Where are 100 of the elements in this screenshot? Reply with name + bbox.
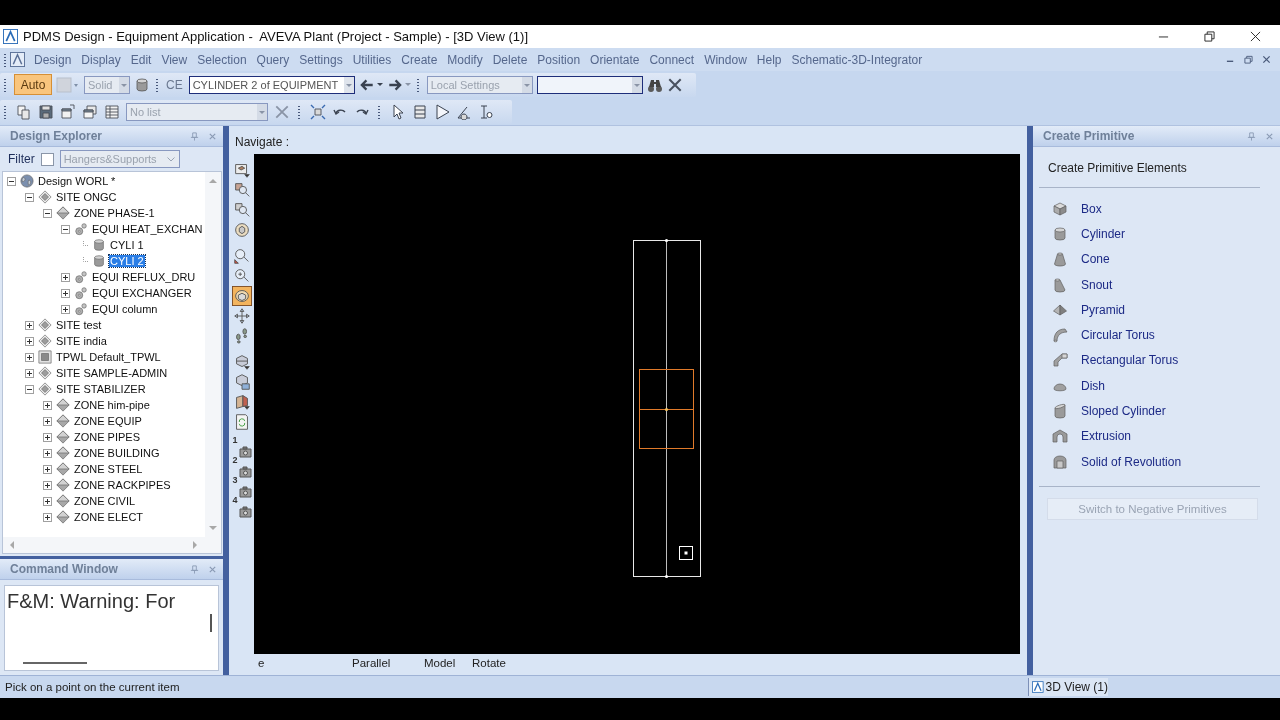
menu-item[interactable]: Design [29, 52, 77, 67]
menu-item[interactable]: Connect [644, 52, 700, 67]
expand-toggle-icon[interactable] [61, 304, 70, 314]
primitive-link[interactable]: Pyramid [1081, 302, 1125, 317]
menu-item[interactable]: Selection [192, 52, 252, 67]
tree-item[interactable]: SITE test [55, 319, 103, 331]
menu-item[interactable]: Modify [442, 52, 488, 67]
new-window-icon[interactable] [60, 103, 76, 120]
restore-icon[interactable] [1204, 31, 1215, 42]
collapse-toggle-icon[interactable] [25, 384, 34, 394]
view-tab[interactable]: 3D View (1) [1028, 678, 1108, 696]
sloped-cylinder-shape-icon[interactable] [1052, 403, 1068, 419]
tree-item[interactable]: CYLI 1 [109, 239, 145, 251]
scrollbar-thumb[interactable] [23, 662, 87, 664]
revolution-shape-icon[interactable] [1052, 453, 1068, 470]
close-icon[interactable] [666, 76, 683, 93]
extrusion-shape-icon[interactable] [1052, 428, 1068, 445]
restore-icon[interactable] [1244, 55, 1253, 64]
menu-item[interactable]: Schematic-3D-Integrator [786, 52, 928, 67]
menu-item[interactable]: Display [76, 52, 126, 67]
camera-view-button[interactable]: 2 [231, 458, 252, 478]
expand-toggle-icon[interactable] [43, 480, 52, 490]
camera-view-button[interactable]: 3 [231, 478, 252, 498]
grid-list-icon[interactable] [104, 103, 120, 120]
menu-item[interactable]: Help [751, 52, 787, 67]
expand-toggle-icon[interactable] [43, 464, 52, 474]
color-swatch-icon[interactable] [56, 76, 80, 93]
expand-toggle-icon[interactable] [25, 320, 34, 330]
primitive-link[interactable]: Cone [1081, 252, 1110, 267]
tree-item[interactable]: SITE SAMPLE-ADMIN [55, 367, 169, 379]
expand-toggle-icon[interactable] [43, 432, 52, 442]
menu-item[interactable]: Edit [125, 52, 157, 67]
camera-view-button[interactable]: 1 [231, 438, 252, 458]
fit-arrows-icon[interactable] [310, 103, 326, 120]
cylinder-shape-icon[interactable] [1052, 225, 1068, 242]
menu-item[interactable]: Position [532, 52, 586, 67]
tree-item[interactable]: ZONE CIVIL [73, 495, 137, 507]
tree-item[interactable]: Design WORL * [37, 175, 117, 187]
rectangular-torus-shape-icon[interactable] [1052, 352, 1068, 369]
filter-checkbox[interactable] [40, 152, 54, 166]
camera-view-button[interactable]: 4 [231, 498, 252, 518]
expand-toggle-icon[interactable] [25, 336, 34, 346]
box-shape-icon[interactable] [1052, 200, 1068, 217]
save-icon[interactable] [38, 103, 54, 120]
primitive-link[interactable]: Sloped Cylinder [1081, 404, 1166, 418]
expand-toggle-icon[interactable] [25, 368, 34, 378]
primitive-link[interactable]: Cylinder [1081, 226, 1125, 241]
expand-toggle-icon[interactable] [43, 496, 52, 506]
pan-arrows-icon[interactable] [231, 306, 252, 326]
primitive-link[interactable]: Solid of Revolution [1081, 454, 1182, 469]
point-cursor-icon[interactable] [478, 103, 494, 120]
copy-icon[interactable] [16, 103, 32, 120]
expand-toggle-icon[interactable] [61, 272, 70, 282]
collapse-toggle-icon[interactable] [61, 224, 70, 234]
primitive-link[interactable]: Snout [1081, 277, 1113, 292]
collapse-toggle-icon[interactable] [7, 176, 16, 186]
tree-item[interactable]: ZONE ELECT [73, 511, 145, 523]
tree-item[interactable]: ZONE PHASE-1 [73, 207, 156, 219]
tree-item[interactable]: EQUI REFLUX_DRU [91, 271, 197, 283]
tree-item[interactable]: CYLI 2 [109, 255, 145, 267]
tree-item[interactable]: EQUI column [91, 303, 159, 315]
expand-toggle-icon[interactable] [43, 416, 52, 426]
tree-item[interactable]: ZONE RACKPIPES [73, 479, 172, 491]
expand-toggle-icon[interactable] [43, 400, 52, 410]
tree-item[interactable]: ZONE STEEL [73, 463, 144, 475]
expand-toggle-icon[interactable] [43, 512, 52, 522]
primitive-link[interactable]: Rectangular Torus [1081, 353, 1179, 368]
cylinder-wireframe[interactable] [633, 238, 701, 579]
menu-item[interactable]: View [156, 52, 193, 67]
collapse-toggle-icon[interactable] [43, 208, 52, 218]
current-element-dropdown[interactable]: CYLINDER 2 of EQUIPMENT [188, 75, 355, 94]
restore-window-icon[interactable] [82, 103, 98, 120]
expand-toggle-icon[interactable] [61, 288, 70, 298]
tree-item[interactable]: EQUI HEAT_EXCHAN [91, 223, 204, 235]
close-icon[interactable] [1250, 31, 1261, 42]
orbit-icon[interactable] [231, 286, 252, 306]
cone-shape-icon[interactable] [1052, 251, 1068, 268]
primitive-link[interactable]: Extrusion [1081, 429, 1132, 444]
tree-item[interactable]: TPWL Default_TPWL [55, 351, 162, 363]
scrollbar-thumb[interactable] [210, 614, 212, 632]
tree-item[interactable]: EQUI EXCHANGER [91, 287, 193, 299]
play-icon[interactable] [434, 103, 450, 120]
auto-button[interactable]: Auto [14, 74, 52, 95]
menu-item[interactable]: Delete [487, 52, 533, 67]
empty-dropdown[interactable] [536, 75, 643, 94]
primitive-link[interactable]: Circular Torus [1081, 328, 1155, 343]
caret-icon[interactable] [376, 83, 383, 86]
menu-item[interactable]: Orientate [585, 52, 645, 67]
menu-item[interactable]: Window [699, 52, 752, 67]
app-logo-icon[interactable] [10, 52, 25, 67]
tree-item[interactable]: ZONE him-pipe [73, 399, 151, 411]
tree-item[interactable]: SITE STABILIZER [55, 383, 147, 395]
collapse-toggle-icon[interactable] [25, 192, 34, 202]
primitive-link[interactable]: Dish [1081, 378, 1105, 393]
menu-item[interactable]: Query [251, 52, 295, 67]
primitive-link[interactable]: Box [1081, 201, 1102, 216]
tree-item[interactable]: ZONE BUILDING [73, 447, 161, 459]
menu-item[interactable]: Settings [294, 52, 348, 67]
tree-item[interactable]: ZONE PIPES [73, 431, 142, 443]
expand-toggle-icon[interactable] [43, 448, 52, 458]
